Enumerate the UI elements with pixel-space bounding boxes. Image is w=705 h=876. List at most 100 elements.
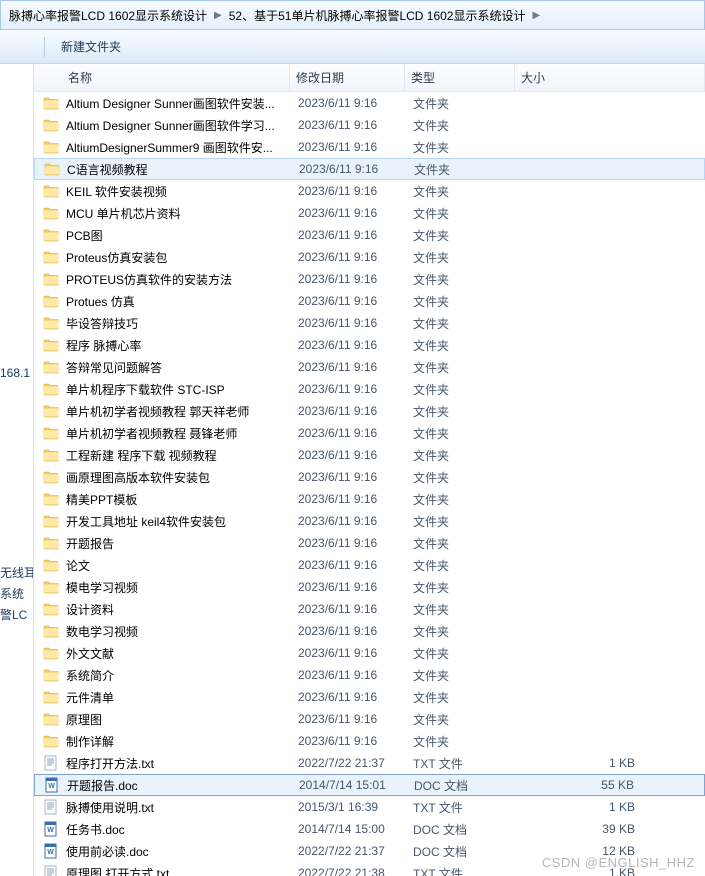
file-row[interactable]: 系统简介2023/6/11 9:16文件夹 (34, 664, 705, 686)
breadcrumb[interactable]: 脉搏心率报警LCD 1602显示系统设计 ▶ 52、基于51单片机脉搏心率报警L… (0, 0, 705, 30)
file-row[interactable]: 脉搏使用说明.txt2015/3/1 16:39TXT 文件1 KB (34, 796, 705, 818)
folder-icon (42, 138, 60, 156)
file-date: 2023/6/11 9:16 (298, 294, 413, 308)
file-date: 2023/6/11 9:16 (298, 448, 413, 462)
folder-icon (42, 534, 60, 552)
file-row[interactable]: Protues 仿真2023/6/11 9:16文件夹 (34, 290, 705, 312)
folder-icon (42, 226, 60, 244)
file-row[interactable]: 工程新建 程序下载 视频教程2023/6/11 9:16文件夹 (34, 444, 705, 466)
folder-icon (42, 402, 60, 420)
file-name: 设计资料 (66, 601, 298, 618)
file-row[interactable]: 原理图2023/6/11 9:16文件夹 (34, 708, 705, 730)
toolbar: 新建文件夹 (0, 30, 705, 64)
divider (44, 37, 45, 57)
file-row[interactable]: 精美PPT模板2023/6/11 9:16文件夹 (34, 488, 705, 510)
file-row[interactable]: 开发工具地址 keil4软件安装包2023/6/11 9:16文件夹 (34, 510, 705, 532)
column-headers[interactable]: 名称 修改日期 类型 大小 (34, 64, 705, 92)
column-size[interactable]: 大小 (515, 64, 705, 91)
file-row[interactable]: Proteus仿真安装包2023/6/11 9:16文件夹 (34, 246, 705, 268)
file-row[interactable]: W开题报告.doc2014/7/14 15:01DOC 文档55 KB (34, 774, 705, 796)
file-name: 外文文献 (66, 645, 298, 662)
breadcrumb-segment[interactable]: 52、基于51单片机脉搏心率报警LCD 1602显示系统设计 (225, 7, 530, 24)
breadcrumb-segment[interactable]: 脉搏心率报警LCD 1602显示系统设计 (5, 7, 211, 24)
file-list-pane: 名称 修改日期 类型 大小 Altium Designer Sunner画图软件… (34, 64, 705, 876)
file-row[interactable]: 制作详解2023/6/11 9:16文件夹 (34, 730, 705, 752)
file-row[interactable]: PCB图2023/6/11 9:16文件夹 (34, 224, 705, 246)
sidebar-item[interactable]: 系统 (0, 583, 33, 604)
file-date: 2023/6/11 9:16 (298, 734, 413, 748)
file-row[interactable]: 模电学习视频2023/6/11 9:16文件夹 (34, 576, 705, 598)
txt-icon (42, 864, 60, 876)
file-type: 文件夹 (413, 601, 523, 618)
sidebar-tree[interactable]: 168.1 无线耳 系统 警LC (0, 64, 34, 876)
file-row[interactable]: 毕设答辩技巧2023/6/11 9:16文件夹 (34, 312, 705, 334)
file-row[interactable]: 单片机程序下载软件 STC-ISP2023/6/11 9:16文件夹 (34, 378, 705, 400)
file-row[interactable]: 论文2023/6/11 9:16文件夹 (34, 554, 705, 576)
file-row[interactable]: Altium Designer Sunner画图软件安装...2023/6/11… (34, 92, 705, 114)
file-date: 2023/6/11 9:16 (298, 580, 413, 594)
file-row[interactable]: KEIL 软件安装视频2023/6/11 9:16文件夹 (34, 180, 705, 202)
file-name: Altium Designer Sunner画图软件学习... (66, 117, 298, 134)
file-name: 工程新建 程序下载 视频教程 (66, 447, 298, 464)
file-type: 文件夹 (413, 645, 523, 662)
folder-icon (42, 94, 60, 112)
folder-icon (42, 248, 60, 266)
file-row[interactable]: PROTEUS仿真软件的安装方法2023/6/11 9:16文件夹 (34, 268, 705, 290)
file-type: 文件夹 (413, 623, 523, 640)
file-type: 文件夹 (413, 227, 523, 244)
file-type: TXT 文件 (413, 865, 523, 876)
file-type: 文件夹 (413, 535, 523, 552)
file-row[interactable]: 程序打开方法.txt2022/7/22 21:37TXT 文件1 KB (34, 752, 705, 774)
sidebar-item[interactable]: 168.1 (0, 364, 33, 382)
file-row[interactable]: Altium Designer Sunner画图软件学习...2023/6/11… (34, 114, 705, 136)
file-row[interactable]: 开题报告2023/6/11 9:16文件夹 (34, 532, 705, 554)
file-row[interactable]: 单片机初学者视频教程 聂锋老师2023/6/11 9:16文件夹 (34, 422, 705, 444)
file-row[interactable]: C语言视频教程2023/6/11 9:16文件夹 (34, 158, 705, 180)
file-row[interactable]: 单片机初学者视频教程 郭天祥老师2023/6/11 9:16文件夹 (34, 400, 705, 422)
file-row[interactable]: 原理图 打开方式.txt2022/7/22 21:38TXT 文件1 KB (34, 862, 705, 876)
file-date: 2023/6/11 9:16 (298, 624, 413, 638)
column-date[interactable]: 修改日期 (290, 64, 405, 91)
file-name: KEIL 软件安装视频 (66, 183, 298, 200)
file-date: 2023/6/11 9:16 (298, 360, 413, 374)
new-folder-button[interactable]: 新建文件夹 (61, 38, 121, 55)
file-row[interactable]: 答辩常见问题解答2023/6/11 9:16文件夹 (34, 356, 705, 378)
folder-icon (42, 336, 60, 354)
file-name: AltiumDesignerSummer9 画图软件安... (66, 139, 298, 156)
file-row[interactable]: 外文文献2023/6/11 9:16文件夹 (34, 642, 705, 664)
file-name: 答辩常见问题解答 (66, 359, 298, 376)
file-size: 39 KB (523, 822, 705, 836)
folder-icon (42, 116, 60, 134)
file-date: 2023/6/11 9:16 (298, 404, 413, 418)
file-name: 开题报告 (66, 535, 298, 552)
txt-icon (42, 754, 60, 772)
file-name: 画原理图高版本软件安装包 (66, 469, 298, 486)
file-date: 2022/7/22 21:37 (298, 756, 413, 770)
file-name: 模电学习视频 (66, 579, 298, 596)
file-name: Proteus仿真安装包 (66, 249, 298, 266)
column-type[interactable]: 类型 (405, 64, 515, 91)
folder-icon (42, 292, 60, 310)
file-type: 文件夹 (413, 557, 523, 574)
folder-icon (42, 666, 60, 684)
file-row[interactable]: 设计资料2023/6/11 9:16文件夹 (34, 598, 705, 620)
file-row[interactable]: 画原理图高版本软件安装包2023/6/11 9:16文件夹 (34, 466, 705, 488)
file-date: 2023/6/11 9:16 (298, 514, 413, 528)
file-row[interactable]: 程序 脉搏心率2023/6/11 9:16文件夹 (34, 334, 705, 356)
sidebar-item[interactable]: 无线耳 (0, 562, 33, 583)
file-row[interactable]: 元件清单2023/6/11 9:16文件夹 (34, 686, 705, 708)
file-name: PCB图 (66, 227, 298, 244)
file-row[interactable]: W任务书.doc2014/7/14 15:00DOC 文档39 KB (34, 818, 705, 840)
column-name[interactable]: 名称 (34, 64, 290, 91)
file-name: 精美PPT模板 (66, 491, 298, 508)
file-date: 2023/6/11 9:16 (298, 272, 413, 286)
file-row[interactable]: AltiumDesignerSummer9 画图软件安...2023/6/11 … (34, 136, 705, 158)
file-row[interactable]: W使用前必读.doc2022/7/22 21:37DOC 文档12 KB (34, 840, 705, 862)
chevron-right-icon[interactable]: ▶ (529, 10, 543, 21)
sidebar-item[interactable]: 警LC (0, 604, 33, 625)
file-type: 文件夹 (413, 711, 523, 728)
file-row[interactable]: MCU 单片机芯片资料2023/6/11 9:16文件夹 (34, 202, 705, 224)
chevron-right-icon[interactable]: ▶ (211, 10, 225, 21)
file-row[interactable]: 数电学习视频2023/6/11 9:16文件夹 (34, 620, 705, 642)
file-type: 文件夹 (413, 513, 523, 530)
